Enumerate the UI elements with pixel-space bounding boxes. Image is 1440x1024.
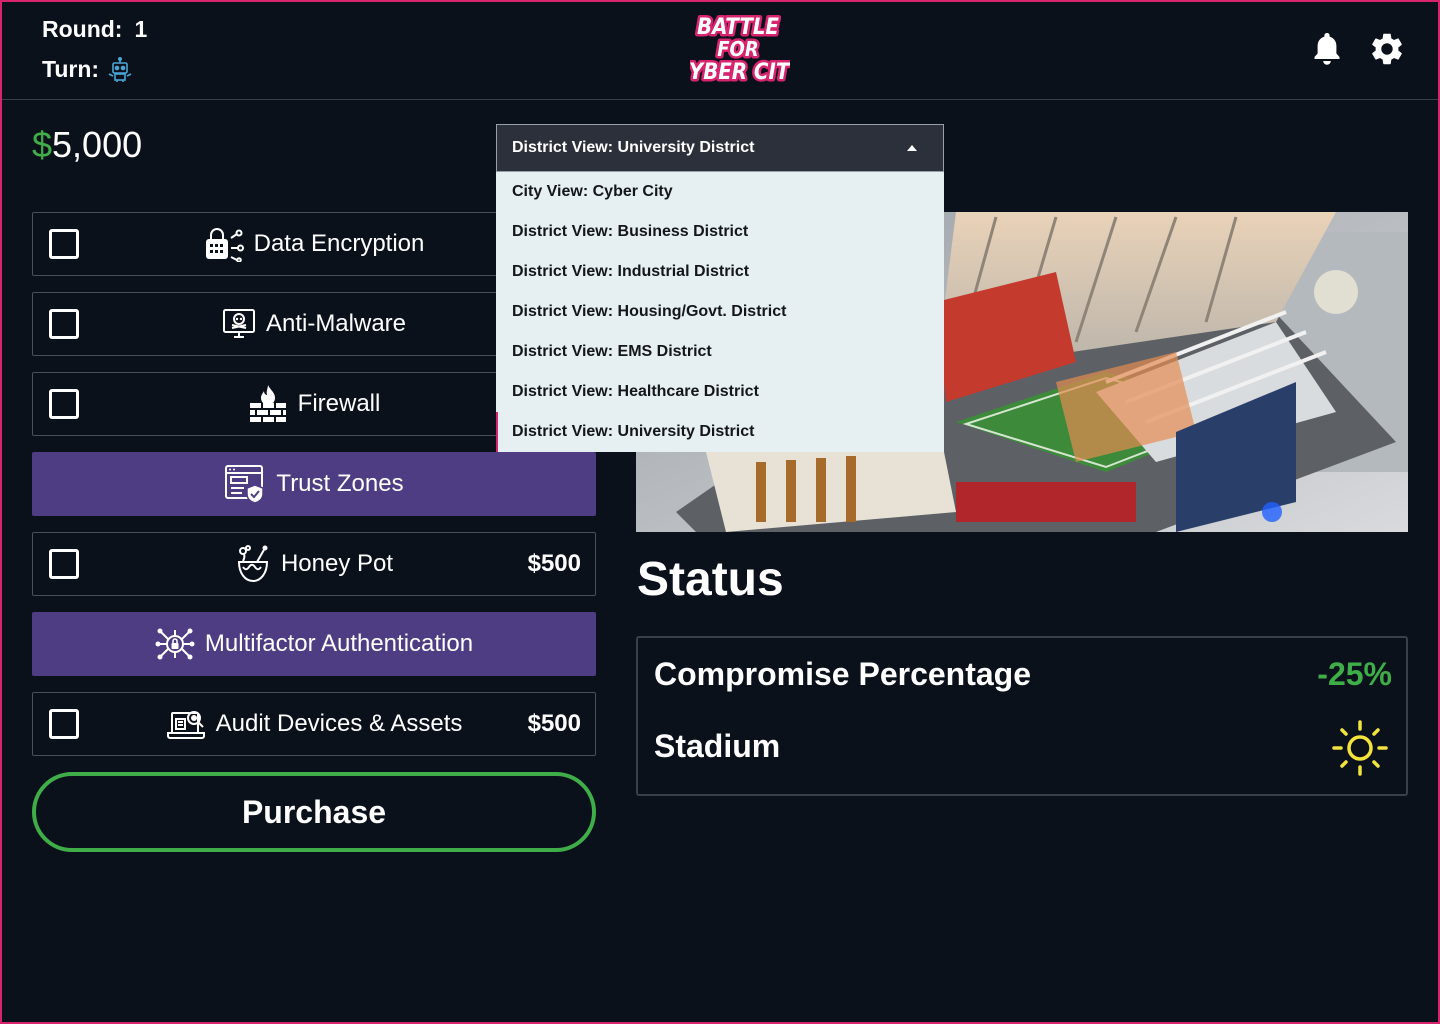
lock-icon <box>205 228 244 262</box>
logo-line-3: CYBER CITY <box>690 60 790 85</box>
dropdown-option-university-district[interactable]: District View: University District <box>496 412 944 452</box>
option-label: Firewall <box>297 390 381 417</box>
compromise-label: Compromise Percentage <box>654 656 1032 692</box>
settings-gear-icon[interactable] <box>1368 30 1406 68</box>
sun-icon <box>1332 720 1388 776</box>
round-label: Round: <box>42 16 123 42</box>
option-price: $500 <box>527 710 581 737</box>
status-heading: Status <box>637 553 784 606</box>
dropdown-option-healthcare-district[interactable]: District View: Healthcare District <box>496 372 944 412</box>
logo-line-2: FOR <box>717 37 758 61</box>
dropdown-option-industrial-district[interactable]: District View: Industrial District <box>496 252 944 292</box>
top-bar: Round: 1 Turn: BATTLE FOR CYBER CITY <box>0 0 1440 100</box>
dropdown-option-city-view[interactable]: City View: Cyber City <box>496 172 944 212</box>
budget-amount: 5,000 <box>52 124 143 165</box>
dropdown-option-housing-govt-district[interactable]: District View: Housing/Govt. District <box>496 292 944 332</box>
defense-option-honey-pot[interactable]: Honey Pot $500 <box>32 532 596 596</box>
view-dropdown-menu: City View: Cyber City District View: Bus… <box>496 172 944 452</box>
option-label: Anti-Malware <box>265 310 407 337</box>
option-label: Trust Zones <box>276 470 404 497</box>
option-content: Trust Zones <box>33 453 595 515</box>
view-dropdown-selected[interactable]: District View: University District <box>496 124 944 172</box>
option-content: Honey Pot <box>33 533 595 595</box>
option-content: Multifactor Authentication <box>33 613 595 675</box>
monitor-skull-icon <box>222 309 255 338</box>
option-content: Audit Devices & Assets <box>33 693 595 755</box>
round-value: 1 <box>134 16 148 42</box>
honey-pot-icon <box>237 545 268 583</box>
notification-bell-icon[interactable] <box>1310 30 1344 68</box>
turn-label: Turn: <box>42 56 100 82</box>
defense-option-trust-zones[interactable]: Trust Zones <box>32 452 596 516</box>
currency-symbol: $ <box>32 124 53 165</box>
option-label: Multifactor Authentication <box>204 630 474 657</box>
option-label: Honey Pot <box>280 550 394 577</box>
view-dropdown[interactable]: District View: University District City … <box>496 124 944 452</box>
dropdown-option-business-district[interactable]: District View: Business District <box>496 212 944 252</box>
audit-icon <box>166 711 205 739</box>
option-price: $500 <box>527 550 581 577</box>
option-label: Data Encryption <box>253 230 425 257</box>
dropdown-option-ems-district[interactable]: District View: EMS District <box>496 332 944 372</box>
defense-option-multifactor-authentication[interactable]: Multifactor Authentication <box>32 612 596 676</box>
selected-view-label: District View: University District <box>512 139 755 156</box>
round-indicator: Round: 1 <box>42 16 147 43</box>
shield-window-icon <box>225 465 265 504</box>
option-label: Audit Devices & Assets <box>215 710 463 737</box>
network-lock-icon <box>155 628 195 660</box>
status-panel: Compromise Percentage -25% Stadium <box>636 636 1408 796</box>
robot-icon <box>108 56 132 82</box>
compromise-value: -25% <box>1317 656 1392 692</box>
purchase-button[interactable]: Purchase <box>32 772 596 852</box>
turn-indicator: Turn: <box>42 56 133 83</box>
caret-up-icon[interactable] <box>907 145 917 151</box>
budget-display: $5,000 <box>32 124 142 166</box>
firewall-icon <box>249 385 286 422</box>
battle-for-cyber-city-logo: BATTLE FOR CYBER CITY <box>690 13 790 88</box>
location-label: Stadium <box>654 728 781 764</box>
defense-option-audit-devices-assets[interactable]: Audit Devices & Assets $500 <box>32 692 596 756</box>
